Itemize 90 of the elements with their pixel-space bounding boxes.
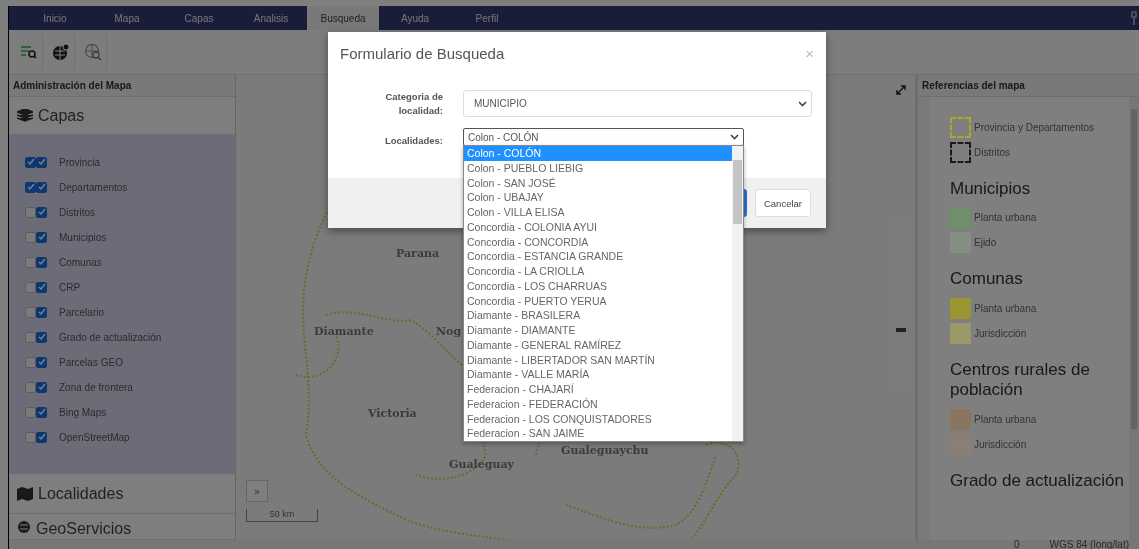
layer-label: CRP	[59, 281, 81, 293]
globe-search-icon[interactable]	[83, 43, 102, 61]
map-icon	[17, 486, 33, 501]
legend-group-title: Municipios	[950, 179, 1032, 200]
checkbox[interactable]	[36, 281, 47, 293]
list-search-icon[interactable]	[20, 45, 37, 59]
map-label: Gualeguay	[449, 458, 514, 471]
layer-label: Distritos	[59, 206, 96, 218]
layer-label: Zona de frontera	[59, 381, 133, 393]
layer-label: OpenStreetMap	[59, 431, 130, 443]
section-header[interactable]: GeoServicios	[9, 514, 235, 540]
expand-button[interactable]: »	[246, 480, 268, 502]
checkbox[interactable]	[36, 331, 47, 343]
layer-label: Municipios	[59, 231, 107, 243]
expand-icon[interactable]	[896, 85, 906, 95]
map-label: Parana	[396, 247, 440, 260]
dropdown-list[interactable]	[463, 145, 744, 442]
nav-tab[interactable]: Busqueda	[307, 6, 379, 30]
section-title: Localidades	[38, 484, 124, 503]
layers-icon	[17, 108, 33, 123]
field-label: Localidades:	[383, 134, 443, 148]
dropdown-option[interactable]: Federacion - SAN JAIME	[464, 426, 732, 441]
legend-group-title: Comunas	[950, 269, 1024, 290]
checkbox[interactable]	[36, 156, 47, 168]
scrollbar[interactable]	[732, 146, 743, 441]
checkbox[interactable]	[25, 331, 36, 343]
checkbox[interactable]	[36, 306, 47, 318]
checkbox[interactable]	[36, 256, 47, 268]
layer-label: Parcelario	[59, 306, 105, 318]
checkbox[interactable]	[25, 356, 36, 368]
nav-tab[interactable]: Mapa	[91, 6, 163, 30]
map-label: Gualeguaychu	[561, 444, 649, 457]
checkbox[interactable]	[36, 231, 47, 243]
legend-group-title: Centros rurales de población	[950, 359, 1091, 401]
map-label: Nog	[436, 325, 462, 338]
checkbox[interactable]	[25, 381, 36, 393]
layer-label: Provincia	[59, 156, 101, 168]
field-label: Categoria de localidad:	[384, 90, 443, 118]
checkbox[interactable]	[36, 431, 47, 443]
legend-label: Distritos	[974, 147, 1011, 158]
checkbox[interactable]	[36, 356, 47, 368]
checkbox[interactable]	[36, 206, 47, 218]
globe-icon	[17, 520, 31, 534]
checkbox[interactable]	[25, 231, 36, 243]
scale-bar: 50 km	[246, 509, 318, 522]
map-label: Victoria	[368, 407, 417, 420]
cancel-button[interactable]: Cancelar	[754, 189, 811, 217]
checkbox[interactable]	[25, 181, 36, 193]
nav-tab[interactable]: Analisis	[235, 6, 307, 30]
caret-icon	[730, 134, 739, 140]
layer-label: Parcelas GEO	[59, 356, 123, 368]
legend-group-title: Grado de actualización	[950, 470, 1125, 491]
legend-label: Ejido	[974, 237, 997, 249]
dropdown-option[interactable]: Colon - COLÓN	[464, 146, 732, 161]
nav-tab[interactable]: Ayuda	[379, 6, 451, 30]
pin-icon[interactable]	[1131, 11, 1137, 25]
zoom-thumb[interactable]	[896, 327, 906, 332]
section-title: GeoServicios	[36, 520, 132, 538]
category-select[interactable]: MUNICIPIO	[463, 90, 812, 117]
nav-tab[interactable]: Inicio	[19, 6, 91, 30]
legend-label: Jurisdicción	[974, 327, 1027, 339]
checkbox[interactable]	[25, 281, 36, 293]
layer-label: Comunas	[59, 256, 102, 268]
checkbox[interactable]	[25, 206, 36, 218]
layers-section-header[interactable]: Capas	[9, 97, 235, 135]
caret-icon	[798, 100, 807, 107]
layer-label: Departamentos	[59, 181, 128, 193]
dialog-title: Formulario de Busqueda	[340, 44, 505, 62]
layer-label: Grado de actualización	[59, 331, 162, 343]
section-title: Capas	[38, 106, 85, 125]
legend-label: Planta urbana	[974, 212, 1037, 224]
status-value: 0	[1013, 540, 1020, 549]
globe-pin-icon[interactable]	[51, 43, 70, 61]
legend-label: Planta urbana	[974, 302, 1037, 314]
checkbox[interactable]	[25, 306, 36, 318]
checkbox[interactable]	[36, 406, 47, 418]
legend-label: Jurisdicción	[974, 438, 1027, 450]
checkbox[interactable]	[25, 156, 36, 168]
section-header[interactable]: Localidades	[9, 474, 235, 514]
checkbox[interactable]	[36, 381, 47, 393]
checkbox[interactable]	[36, 181, 47, 193]
checkbox[interactable]	[25, 431, 36, 443]
map-label: Diamante	[314, 325, 374, 338]
checkbox[interactable]	[25, 256, 36, 268]
legend-label: Provincia y Departamentos	[974, 122, 1095, 133]
nav-tab[interactable]: Perfil	[451, 6, 523, 30]
checkbox[interactable]	[25, 406, 36, 418]
legend-label: Planta urbana	[974, 413, 1037, 425]
nav-tab[interactable]: Capas	[163, 6, 235, 30]
layer-label: Bing Maps	[59, 406, 107, 418]
